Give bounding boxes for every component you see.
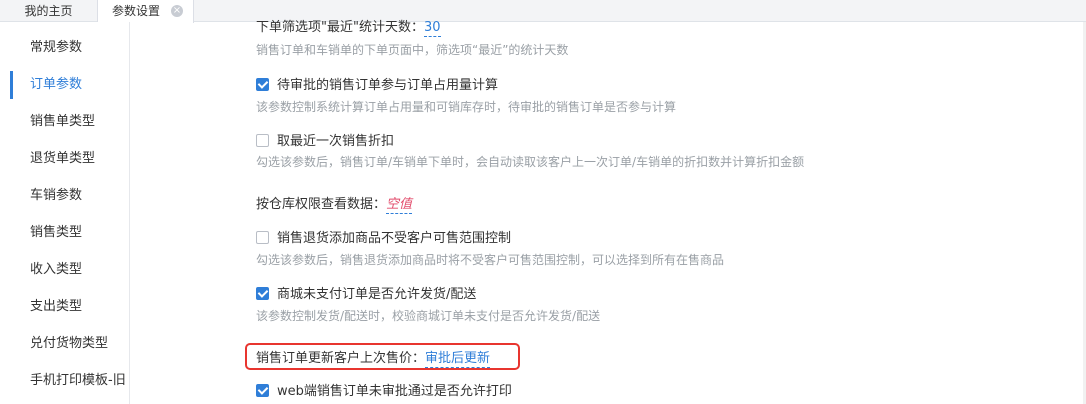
sidebar-item-mobile-print-template[interactable]: 手机打印模板-旧 — [0, 362, 129, 399]
setting-label: 取最近一次销售折扣 — [277, 134, 395, 149]
setting-label: 销售订单更新客户上次售价： — [256, 351, 426, 366]
setting-row[interactable]: web端销售订单未审批通过是否允许打印 — [256, 380, 512, 399]
setting-label: 商城未支付订单是否允许发货/配送 — [277, 287, 477, 302]
setting-row[interactable]: 待审批的销售订单参与订单占用量计算 — [256, 74, 498, 93]
last-price-update-setting: 销售订单更新客户上次售价：审批后更新 — [256, 347, 491, 368]
sidebar-item-expense-type[interactable]: 支出类型 — [0, 288, 129, 325]
setting-description: 销售订单和车销单的下单页面中，筛选项“最近”的统计天数 — [256, 43, 569, 57]
setting-description: 该参数控制系统计算订单占用量和可销库存时，待审批的销售订单是否参与计算 — [256, 100, 677, 114]
setting-label: 下单筛选项"最近"统计天数： — [256, 20, 424, 35]
sidebar-item-redeem-goods-type[interactable]: 兑付货物类型 — [0, 325, 129, 362]
setting-label: 按仓库权限查看数据： — [256, 197, 387, 212]
tab-home[interactable]: 我的主页 — [0, 0, 98, 22]
warehouse-permission-setting: 按仓库权限查看数据：空值 — [256, 193, 413, 214]
sidebar-item-sales-type[interactable]: 销售类型 — [0, 214, 129, 251]
setting-label: web端销售订单未审批通过是否允许打印 — [277, 384, 512, 399]
setting-row[interactable]: 销售退货添加商品不受客户可售范围控制 — [256, 227, 511, 246]
setting-description: 勾选该参数后，销售订单/车销单下单时，会自动读取该客户上一次订单/车销单的折扣数… — [256, 155, 805, 169]
checkbox-checked-icon[interactable] — [256, 78, 269, 91]
tab-bar: 我的主页 参数设置 × — [0, 0, 1086, 23]
checkbox-checked-icon[interactable] — [256, 384, 269, 397]
sidebar-item-van-sales[interactable]: 车销参数 — [0, 177, 129, 214]
recent-days-setting: 下单筛选项"最近"统计天数：30 — [256, 16, 441, 37]
setting-row[interactable]: 取最近一次销售折扣 — [256, 130, 394, 149]
setting-description: 该参数控制发货/配送时，校验商城订单未支付是否允许发货/配送 — [256, 309, 601, 323]
settings-panel: 下单筛选项"最近"统计天数：30 销售订单和车销单的下单页面中，筛选项“最近”的… — [131, 20, 1086, 404]
recent-days-value[interactable]: 30 — [423, 20, 441, 37]
setting-row[interactable]: 商城未支付订单是否允许发货/配送 — [256, 283, 476, 302]
tab-parameter-settings[interactable]: 参数设置 × — [98, 0, 194, 23]
setting-description: 勾选该参数后，销售退货添加商品时将不受客户可售范围控制，可以选择到所有在售商品 — [256, 253, 725, 267]
sidebar-item-return-order-type[interactable]: 退货单类型 — [0, 140, 129, 177]
setting-label: 待审批的销售订单参与订单占用量计算 — [277, 78, 499, 93]
sidebar: 常规参数 订单参数 销售单类型 退货单类型 车销参数 销售类型 收入类型 支出类… — [0, 22, 130, 404]
last-price-update-value[interactable]: 审批后更新 — [425, 351, 491, 368]
warehouse-permission-value[interactable]: 空值 — [386, 197, 413, 214]
checkbox-unchecked-icon[interactable] — [256, 134, 269, 147]
sidebar-item-income-type[interactable]: 收入类型 — [0, 251, 129, 288]
sidebar-item-sales-order-type[interactable]: 销售单类型 — [0, 103, 129, 140]
close-icon[interactable]: × — [171, 5, 183, 17]
tab-label: 参数设置 — [112, 4, 161, 18]
setting-label: 销售退货添加商品不受客户可售范围控制 — [277, 231, 512, 246]
sidebar-item-order[interactable]: 订单参数 — [0, 66, 129, 103]
checkbox-unchecked-icon[interactable] — [256, 231, 269, 244]
checkbox-checked-icon[interactable] — [256, 287, 269, 300]
sidebar-item-general[interactable]: 常规参数 — [0, 29, 129, 66]
